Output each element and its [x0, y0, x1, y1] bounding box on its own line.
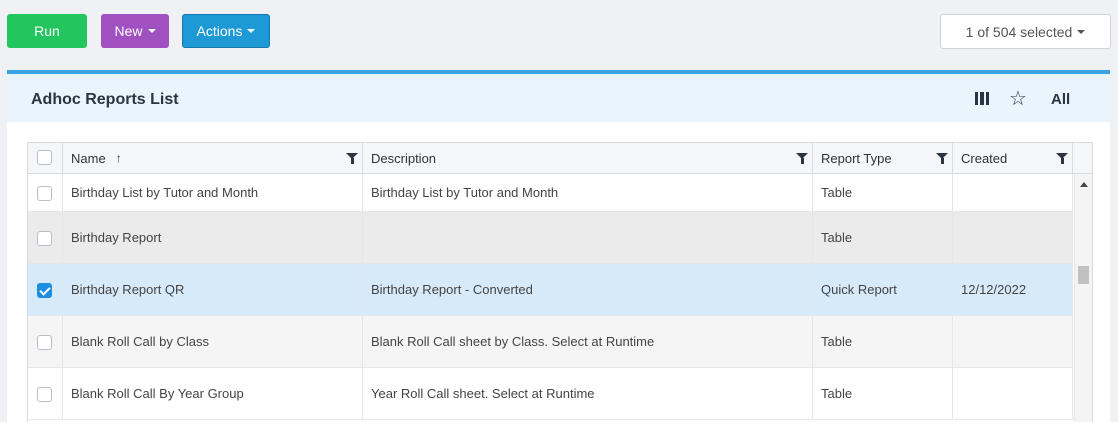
- cell-created: [953, 212, 1073, 263]
- sort-ascending-icon: ↑: [115, 151, 122, 165]
- reports-grid: Name ↑ Description Report Type Created B…: [27, 142, 1093, 422]
- selection-count-label: 1 of 504 selected: [965, 23, 1073, 40]
- row-checkbox[interactable]: [37, 283, 52, 298]
- table-row[interactable]: Birthday List by Tutor and Month Birthda…: [28, 174, 1073, 212]
- cell-name: Birthday Report QR: [63, 264, 363, 315]
- star-icon[interactable]: ☆: [1009, 86, 1027, 111]
- table-header: Name ↑ Description Report Type Created: [28, 143, 1092, 174]
- new-button-label: New: [114, 23, 143, 39]
- column-name-label: Name: [71, 150, 106, 166]
- row-checkbox[interactable]: [37, 231, 52, 246]
- actions-button[interactable]: Actions: [182, 14, 270, 48]
- table-row[interactable]: Birthday Report Table: [28, 212, 1073, 264]
- cell-name: Blank Roll Call By Year Group: [63, 368, 363, 419]
- row-select-cell: [28, 212, 63, 263]
- scroll-thumb[interactable]: [1078, 266, 1089, 284]
- toolbar: Run New Actions 1 of 504 selected: [0, 0, 1118, 60]
- row-checkbox[interactable]: [37, 335, 52, 350]
- column-header-name[interactable]: Name ↑: [63, 143, 363, 173]
- run-button-label: Run: [34, 23, 60, 39]
- table-row[interactable]: Birthday Report QR Birthday Report - Con…: [28, 264, 1073, 316]
- all-filter-button[interactable]: All: [1051, 91, 1070, 108]
- panel-title: Adhoc Reports List: [31, 91, 179, 108]
- row-select-cell: [28, 316, 63, 367]
- select-all-checkbox[interactable]: [37, 150, 52, 165]
- cell-created: [953, 368, 1073, 419]
- cell-report-type: Table: [813, 212, 953, 263]
- row-select-cell: [28, 368, 63, 419]
- vertical-scrollbar[interactable]: [1074, 174, 1092, 422]
- column-header-report-type[interactable]: Report Type: [813, 143, 953, 173]
- reports-panel: Adhoc Reports List ☆ All Name ↑ Descript…: [7, 70, 1110, 422]
- run-button[interactable]: Run: [7, 14, 87, 48]
- table-row[interactable]: Blank Roll Call by Class Blank Roll Call…: [28, 316, 1073, 368]
- row-select-cell: [28, 264, 63, 315]
- cell-name: Blank Roll Call by Class: [63, 316, 363, 367]
- filter-icon[interactable]: [796, 153, 808, 164]
- table-row[interactable]: Blank Roll Call By Year Group Year Roll …: [28, 368, 1073, 420]
- cell-name: Birthday Report: [63, 212, 363, 263]
- selection-count-dropdown[interactable]: 1 of 504 selected: [940, 14, 1111, 49]
- cell-created: [953, 174, 1073, 211]
- filter-icon[interactable]: [1056, 153, 1068, 164]
- cell-report-type: Table: [813, 316, 953, 367]
- panel-header: Adhoc Reports List ☆ All: [7, 74, 1110, 122]
- caret-down-icon: [1077, 29, 1086, 34]
- cell-description: [363, 212, 813, 263]
- select-all-cell: [28, 143, 63, 173]
- columns-icon[interactable]: [975, 92, 989, 105]
- scroll-up-arrow-icon[interactable]: [1080, 182, 1088, 187]
- cell-description: Birthday List by Tutor and Month: [363, 174, 813, 211]
- cell-created: [953, 316, 1073, 367]
- filter-icon[interactable]: [346, 153, 358, 164]
- cell-report-type: Table: [813, 368, 953, 419]
- row-checkbox[interactable]: [37, 186, 52, 201]
- filter-icon[interactable]: [936, 153, 948, 164]
- cell-description: Year Roll Call sheet. Select at Runtime: [363, 368, 813, 419]
- column-header-description[interactable]: Description: [363, 143, 813, 173]
- new-button[interactable]: New: [101, 14, 169, 48]
- column-created-label: Created: [961, 150, 1008, 166]
- caret-down-icon: [247, 29, 256, 33]
- cell-report-type: Quick Report: [813, 264, 953, 315]
- row-checkbox[interactable]: [37, 387, 52, 402]
- cell-name: Birthday List by Tutor and Month: [63, 174, 363, 211]
- cell-created: 12/12/2022: [953, 264, 1073, 315]
- caret-down-icon: [147, 29, 156, 33]
- column-header-created[interactable]: Created: [953, 143, 1073, 173]
- cell-report-type: Table: [813, 174, 953, 211]
- column-report-type-label: Report Type: [821, 150, 892, 166]
- cell-description: Birthday Report - Converted: [363, 264, 813, 315]
- row-select-cell: [28, 174, 63, 211]
- cell-description: Blank Roll Call sheet by Class. Select a…: [363, 316, 813, 367]
- column-description-label: Description: [371, 150, 437, 166]
- actions-button-label: Actions: [196, 23, 243, 39]
